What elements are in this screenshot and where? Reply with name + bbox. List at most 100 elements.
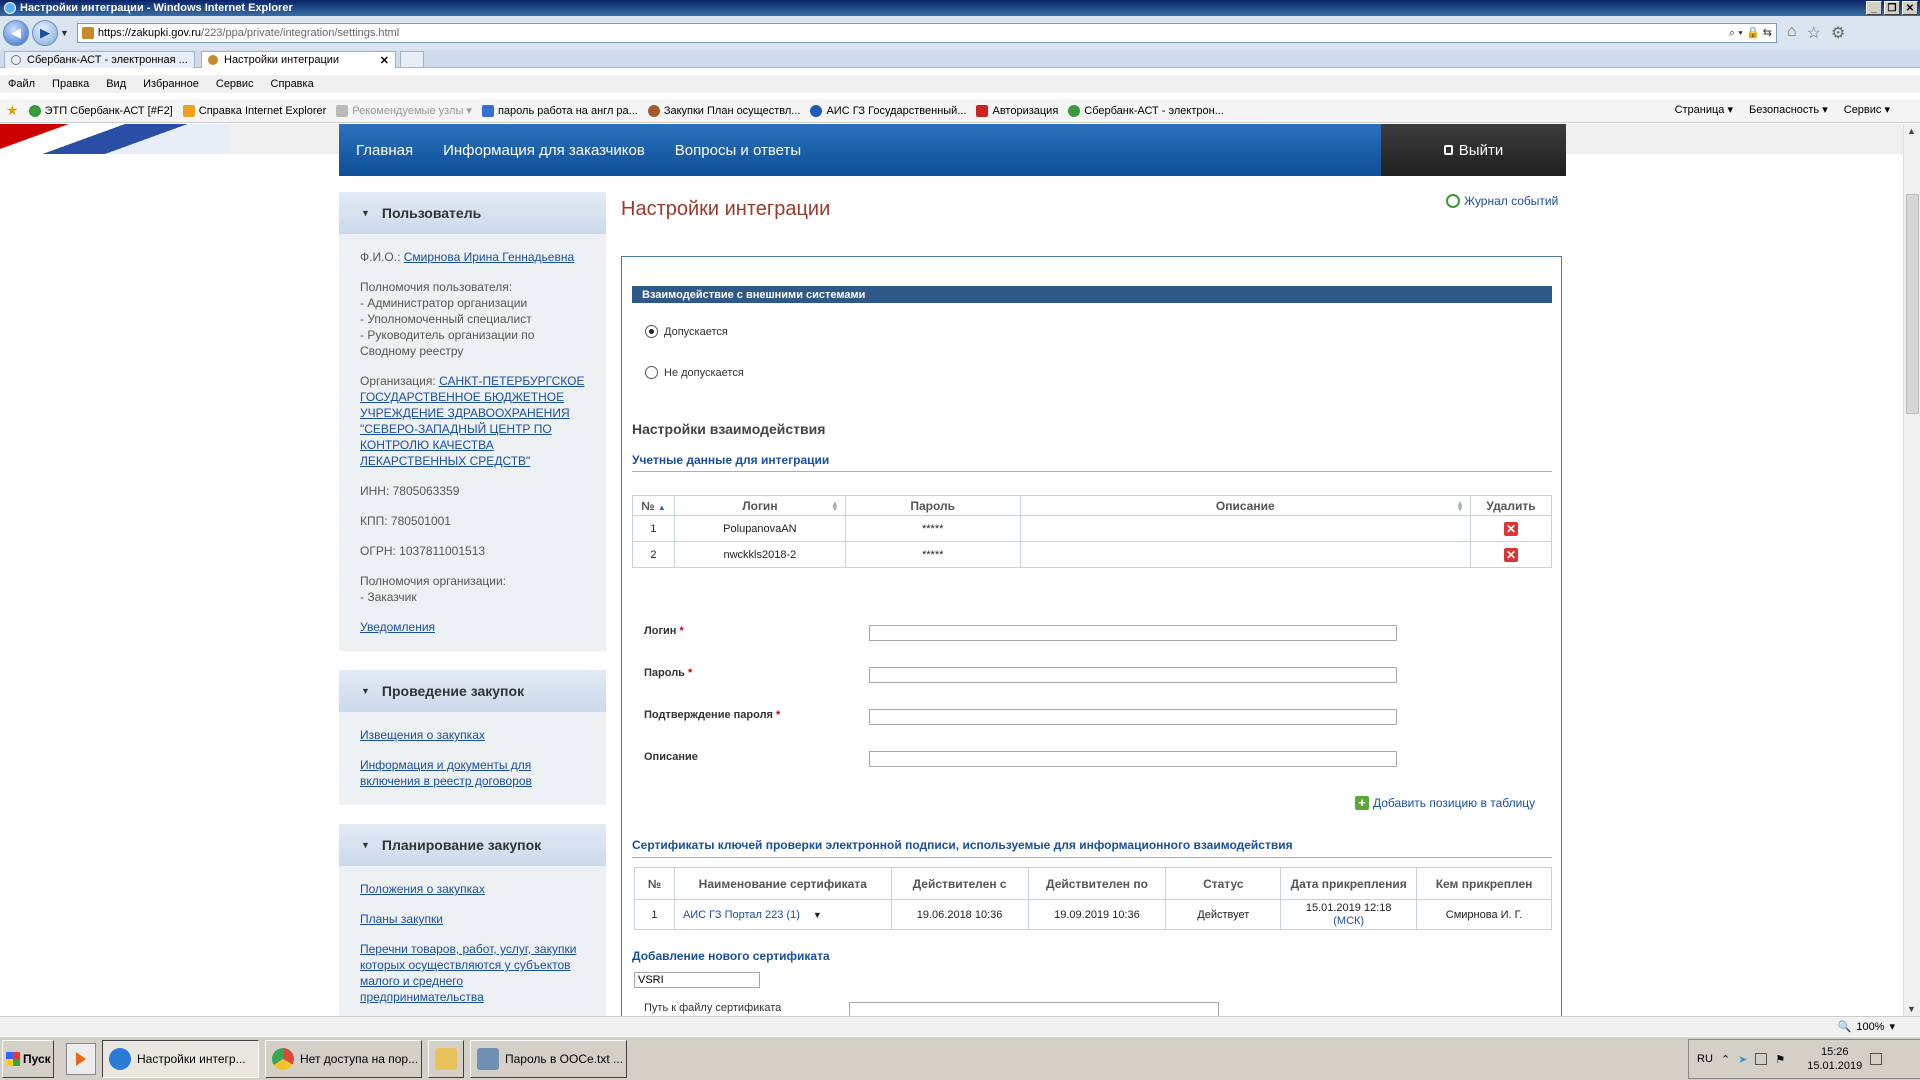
menu-edit[interactable]: Правка: [52, 78, 89, 90]
org-link[interactable]: САНКТ-ПЕТЕРБУРГСКОЕ ГОСУДАРСТВЕННОЕ БЮДЖ…: [360, 374, 584, 468]
url-input[interactable]: https://zakupki.gov.ru/223/ppa/private/i…: [76, 23, 1777, 43]
cell-attached-date: 15.01.2019 12:18 (МСК): [1280, 899, 1418, 930]
chevron-down-icon: ▼: [361, 840, 370, 850]
flag-icon[interactable]: ⚑: [1775, 1053, 1785, 1066]
nav-faq[interactable]: Вопросы и ответы: [675, 142, 801, 159]
col-login[interactable]: Логин ▲ ▼: [673, 495, 846, 516]
confirm-password-input[interactable]: [869, 709, 1397, 725]
taskbar-item-notepad[interactable]: Пароль в ООСе.txt ...: [470, 1039, 627, 1078]
nav-customer-info[interactable]: Информация для заказчиков: [443, 142, 645, 159]
add-position-link[interactable]: + Добавить позицию в таблицу: [1355, 796, 1535, 810]
favorite-link[interactable]: Справка Internet Explorer: [182, 104, 326, 117]
logout-button[interactable]: Выйти: [1381, 124, 1566, 176]
sort-icon: ▲ ▼: [830, 499, 839, 513]
menu-favorites[interactable]: Избранное: [143, 78, 199, 90]
favorite-link[interactable]: Авторизация: [976, 104, 1058, 117]
start-button[interactable]: Пуск: [2, 1039, 54, 1078]
description-label: Описание: [644, 751, 698, 763]
maximize-button[interactable]: ❐: [1884, 1, 1900, 15]
caret-down-icon[interactable]: ▼: [813, 910, 822, 920]
cell-password: *****: [844, 541, 1021, 568]
page-menu[interactable]: Страница ▾: [1675, 103, 1733, 116]
tray-clock[interactable]: 15:26 15.01.2019: [1807, 1045, 1862, 1073]
procurement-block: ▼ Проведение закупок Извещения о закупка…: [339, 670, 606, 805]
network-icon[interactable]: [1755, 1053, 1768, 1065]
favorite-link[interactable]: Рекомендуемые узлы ▾: [336, 104, 472, 117]
menu-tools[interactable]: Сервис: [216, 78, 254, 90]
radio-denied[interactable]: Не допускается: [645, 366, 744, 379]
taskbar-item-chrome[interactable]: Нет доступа на пор...: [265, 1039, 422, 1078]
telegram-icon[interactable]: ➤: [1738, 1053, 1747, 1066]
minimize-button[interactable]: _: [1866, 1, 1882, 15]
delete-icon[interactable]: ✕: [1504, 547, 1518, 562]
col-num[interactable]: № ▲: [632, 495, 675, 516]
forward-button[interactable]: ▶: [32, 20, 58, 46]
tools-menu[interactable]: Сервис ▾: [1844, 103, 1890, 116]
nav-home[interactable]: Главная: [356, 142, 413, 159]
media-player-icon[interactable]: [66, 1042, 96, 1075]
scroll-up-icon[interactable]: ▲: [1907, 126, 1916, 136]
delete-icon[interactable]: ✕: [1504, 521, 1518, 536]
user-block-title: Пользователь: [381, 205, 482, 221]
taskbar-item-explorer[interactable]: [428, 1039, 464, 1078]
sidebar-link-plans[interactable]: Планы закупки: [360, 912, 443, 926]
description-input[interactable]: [869, 751, 1397, 767]
fio-link[interactable]: Смирнова Ирина Геннадьевна: [404, 250, 574, 264]
new-cert-select[interactable]: VSRI: [634, 972, 760, 988]
tab-close-icon[interactable]: ✕: [380, 54, 389, 67]
radio-unchecked-icon[interactable]: [645, 366, 658, 379]
favorite-link[interactable]: пароль работа на англ ра...: [481, 104, 638, 117]
col-description[interactable]: Описание ▲ ▼: [1019, 495, 1472, 516]
history-dropdown-icon[interactable]: ▼: [60, 28, 69, 38]
favorite-link[interactable]: Сбербанк-АСТ - электрон...: [1068, 104, 1224, 117]
favorites-star-icon[interactable]: ★: [6, 102, 19, 119]
home-icon[interactable]: ⌂: [1787, 23, 1797, 43]
org-label: Организация:: [360, 374, 436, 388]
menu-help[interactable]: Справка: [271, 78, 314, 90]
cert-path-input[interactable]: [849, 1002, 1219, 1016]
radio-allowed[interactable]: Допускается: [645, 325, 728, 338]
close-button[interactable]: ✕: [1902, 1, 1918, 15]
user-block-header[interactable]: ▼ Пользователь: [339, 192, 606, 234]
favorite-link[interactable]: ЭТП Сбербанк-АСТ [#F2]: [28, 104, 173, 117]
page-scrollbar[interactable]: ▲ ▼: [1903, 124, 1920, 1016]
favorites-star-icon[interactable]: ☆: [1807, 23, 1821, 43]
cell-cert-name[interactable]: АИС ГЗ Портал 223 (1) ▼: [673, 899, 892, 930]
sidebar-link-sme-lists[interactable]: Перечни товаров, работ, услуг, закупки к…: [360, 942, 576, 1004]
zoom-control[interactable]: 🔍 100% ▾: [1838, 1020, 1895, 1034]
login-input[interactable]: [869, 625, 1397, 641]
menu-view[interactable]: Вид: [106, 78, 126, 90]
tab-integration-settings[interactable]: Настройки интеграции ✕: [201, 51, 396, 68]
planning-block-header[interactable]: ▼ Планирование закупок: [339, 824, 606, 866]
certificates-table: № Наименование сертификата Действителен …: [634, 867, 1552, 930]
new-tab-button[interactable]: [400, 51, 424, 68]
safety-menu[interactable]: Безопасность ▾: [1749, 103, 1828, 116]
procurement-block-header[interactable]: ▼ Проведение закупок: [339, 670, 606, 712]
status-bar: 🔍 100% ▾: [0, 1016, 1920, 1036]
sidebar-link-notices[interactable]: Извещения о закупках: [360, 728, 485, 742]
back-button[interactable]: ◀: [3, 20, 29, 46]
language-indicator[interactable]: RU: [1697, 1053, 1713, 1065]
settings-gear-icon[interactable]: ⚙: [1831, 23, 1845, 43]
menu-file[interactable]: Файл: [8, 78, 35, 90]
taskbar-item-ie[interactable]: Настройки интегр...: [102, 1039, 259, 1078]
ie-icon: [109, 1047, 131, 1070]
favorite-label: Рекомендуемые узлы ▾: [352, 105, 472, 117]
radio-denied-label: Не допускается: [664, 366, 744, 379]
radio-checked-icon[interactable]: [645, 325, 658, 338]
scroll-thumb[interactable]: [1906, 194, 1919, 414]
cert-name-link[interactable]: АИС ГЗ Портал 223 (1): [683, 909, 800, 921]
sidebar-link-contract-docs[interactable]: Информация и документы для включения в р…: [360, 758, 532, 788]
tray-expand-icon[interactable]: ⌃: [1721, 1053, 1730, 1066]
favorite-link[interactable]: АИС ГЗ Государственный...: [810, 104, 966, 117]
sidebar-link-regulations[interactable]: Положения о закупках: [360, 882, 485, 896]
scroll-down-icon[interactable]: ▼: [1907, 1004, 1916, 1014]
cert-path-label: Путь к файлу сертификата: [644, 1002, 782, 1014]
show-desktop-icon[interactable]: [1870, 1053, 1883, 1065]
favorite-link[interactable]: Закупки План осуществл...: [647, 104, 800, 117]
notifications-link[interactable]: Уведомления: [360, 620, 435, 634]
tab-sberbank[interactable]: Сбербанк-АСТ - электронная ...: [4, 51, 195, 68]
event-log-link[interactable]: Журнал событий: [1446, 194, 1558, 208]
url-actions[interactable]: ⌕ ▾ 🔒 ⇆: [1729, 26, 1776, 40]
password-input[interactable]: [869, 667, 1397, 683]
